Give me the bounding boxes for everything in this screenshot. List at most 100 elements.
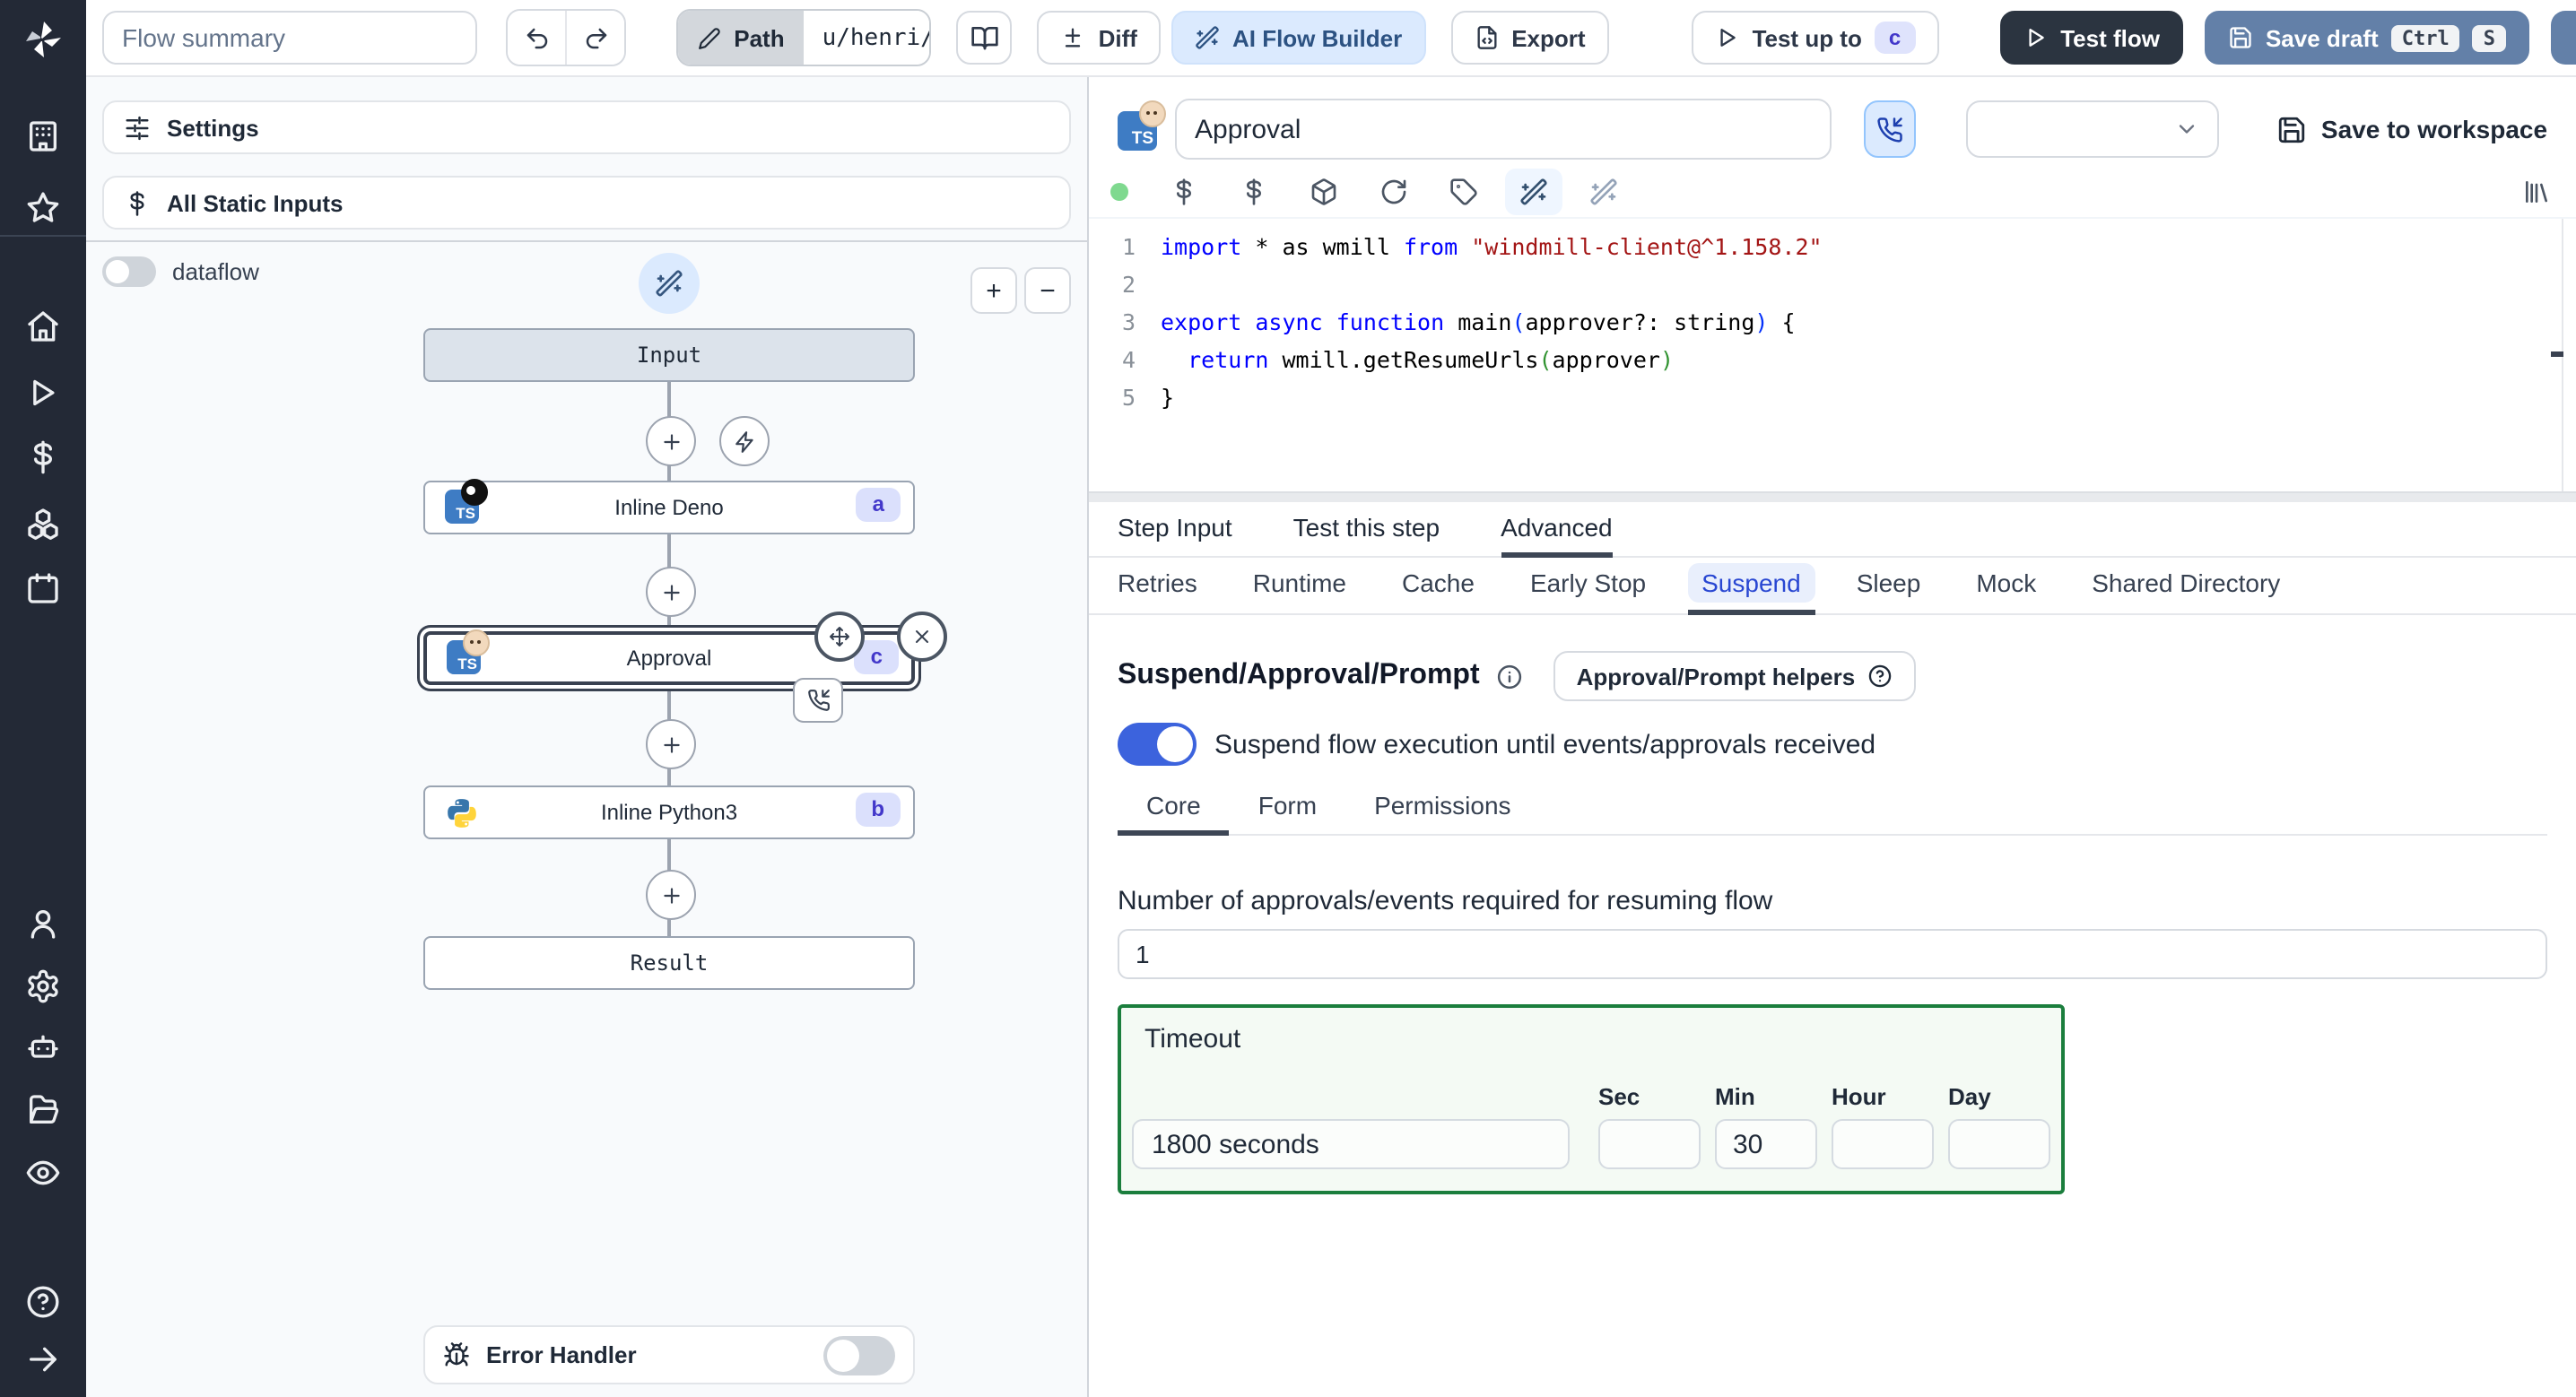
node-inline-deno[interactable]: TS Inline Deno a xyxy=(423,479,915,534)
error-handler-row[interactable]: Error Handler xyxy=(423,1325,915,1384)
arrow-right-icon[interactable] xyxy=(25,1341,61,1377)
tab-shared-directory[interactable]: Shared Directory xyxy=(2092,568,2280,613)
min-input[interactable] xyxy=(1715,1119,1817,1169)
min-label: Min xyxy=(1715,1083,1755,1110)
windmill-logo[interactable] xyxy=(22,18,65,61)
baby-face-icon xyxy=(1139,100,1166,127)
test-flow-button[interactable]: Test flow xyxy=(1999,11,2183,65)
tab-permissions[interactable]: Permissions xyxy=(1345,791,1540,834)
undo-redo-group xyxy=(506,9,627,66)
phone-incoming-icon xyxy=(807,690,829,711)
save-draft-button[interactable]: Save draft Ctrl S xyxy=(2204,11,2529,65)
code-gutter: 12345 xyxy=(1121,233,1136,411)
approval-prompt-helpers-button[interactable]: Approval/Prompt helpers xyxy=(1553,651,1917,701)
ai-assistant-active-pill[interactable] xyxy=(1505,169,1562,215)
add-step-button[interactable] xyxy=(646,567,696,617)
node-inline-deno-label: Inline Deno xyxy=(614,495,724,520)
suspend-phone-badge[interactable] xyxy=(793,678,843,723)
tab-early-stop[interactable]: Early Stop xyxy=(1530,568,1646,613)
redo-button[interactable] xyxy=(565,11,625,65)
user-icon[interactable] xyxy=(25,906,61,941)
editor-resize-handle[interactable] xyxy=(1089,491,2576,502)
tab-core[interactable]: Core xyxy=(1118,791,1231,836)
trigger-button[interactable] xyxy=(719,416,770,466)
zoom-out-button[interactable]: − xyxy=(1024,267,1071,314)
add-step-button[interactable] xyxy=(646,870,696,920)
reload-icon[interactable] xyxy=(1379,178,1408,206)
flow-canvas[interactable]: dataflow + − Input TS Inline Deno a TS A… xyxy=(86,242,1087,1397)
boxes-icon[interactable] xyxy=(25,506,61,542)
info-icon[interactable] xyxy=(1496,663,1523,690)
delete-node-button[interactable] xyxy=(897,612,947,662)
error-handler-toggle[interactable] xyxy=(823,1335,895,1375)
all-static-inputs-button[interactable]: All Static Inputs xyxy=(102,176,1071,230)
bot-icon[interactable] xyxy=(25,1029,61,1065)
deploy-button-partial[interactable] xyxy=(2550,11,2576,65)
plus-icon xyxy=(663,887,679,903)
code-editor[interactable]: 12345 import * as wmill from "windmill-c… xyxy=(1089,217,2576,491)
tab-advanced[interactable]: Advanced xyxy=(1501,513,1614,558)
move-node-button[interactable] xyxy=(814,612,865,662)
tab-test-this-step[interactable]: Test this step xyxy=(1293,513,1440,556)
suspend-phone-toggle-button[interactable] xyxy=(1863,100,1916,158)
node-result[interactable]: Result xyxy=(423,936,915,990)
wand-off-icon[interactable] xyxy=(1589,178,1618,206)
tab-retries[interactable]: Retries xyxy=(1118,568,1197,613)
step-name-input[interactable] xyxy=(1175,99,1832,160)
zoom-in-button[interactable]: + xyxy=(970,267,1017,314)
building-icon[interactable] xyxy=(25,118,61,154)
tab-runtime[interactable]: Runtime xyxy=(1253,568,1346,613)
export-label: Export xyxy=(1511,24,1586,51)
hour-input[interactable] xyxy=(1832,1119,1934,1169)
tag-icon[interactable] xyxy=(1449,178,1478,206)
calendar-icon[interactable] xyxy=(25,570,61,606)
node-input[interactable]: Input xyxy=(423,328,915,382)
step-header: TS Save to workspace xyxy=(1118,99,2547,160)
ai-flow-builder-button[interactable]: AI Flow Builder xyxy=(1171,11,1426,65)
add-step-button[interactable] xyxy=(646,416,696,466)
timeout-seconds-input[interactable] xyxy=(1132,1119,1570,1169)
path-value[interactable]: u/henri/bes xyxy=(804,11,929,65)
help-circle-icon[interactable] xyxy=(25,1284,61,1320)
undo-button[interactable] xyxy=(508,11,566,65)
flow-summary-input[interactable] xyxy=(102,11,478,65)
docs-button[interactable] xyxy=(955,11,1013,65)
node-inline-python3[interactable]: Inline Python3 b xyxy=(423,785,915,839)
day-input[interactable] xyxy=(1948,1119,2050,1169)
tab-mock[interactable]: Mock xyxy=(1976,568,2036,613)
approvals-count-label: Number of approvals/events required for … xyxy=(1118,886,1773,916)
book-open-icon xyxy=(970,27,997,50)
code-lines[interactable]: import * as wmill from "windmill-client@… xyxy=(1161,219,1823,491)
library-icon[interactable] xyxy=(2522,178,2551,206)
home-icon[interactable] xyxy=(25,308,61,344)
tab-cache[interactable]: Cache xyxy=(1402,568,1475,613)
play-icon[interactable] xyxy=(25,375,61,411)
settings-gear-icon[interactable] xyxy=(25,968,61,1004)
dataflow-toggle[interactable] xyxy=(102,256,156,287)
path-button[interactable]: Path xyxy=(678,11,805,65)
ai-wand-fab-button[interactable] xyxy=(639,253,700,314)
dollar-icon[interactable] xyxy=(1170,178,1198,206)
diff-icon xyxy=(1066,28,1081,48)
tab-form[interactable]: Form xyxy=(1230,791,1345,834)
package-icon[interactable] xyxy=(1310,178,1338,206)
step-template-dropdown[interactable] xyxy=(1965,100,2219,158)
add-step-button[interactable] xyxy=(646,719,696,769)
approvals-count-input[interactable] xyxy=(1118,929,2547,979)
folder-open-icon[interactable] xyxy=(25,1092,61,1128)
sec-input[interactable] xyxy=(1598,1119,1701,1169)
export-button[interactable]: Export xyxy=(1450,11,1609,65)
test-up-to-button[interactable]: Test up to c xyxy=(1691,11,1939,65)
dollar-icon[interactable] xyxy=(1240,178,1268,206)
tab-sleep[interactable]: Sleep xyxy=(1857,568,1921,613)
eye-icon[interactable] xyxy=(25,1155,61,1191)
tab-suspend[interactable]: Suspend xyxy=(1687,563,1816,615)
save-to-workspace-button[interactable]: Save to workspace xyxy=(2276,114,2547,144)
dollar-icon[interactable] xyxy=(25,439,61,475)
diff-button[interactable]: Diff xyxy=(1037,11,1161,65)
suspend-toggle[interactable] xyxy=(1118,723,1197,766)
tab-step-input[interactable]: Step Input xyxy=(1118,513,1232,556)
node-approval[interactable]: TS Approval c xyxy=(423,612,947,723)
star-icon[interactable] xyxy=(25,190,61,226)
flow-settings-button[interactable]: Settings xyxy=(102,100,1071,154)
